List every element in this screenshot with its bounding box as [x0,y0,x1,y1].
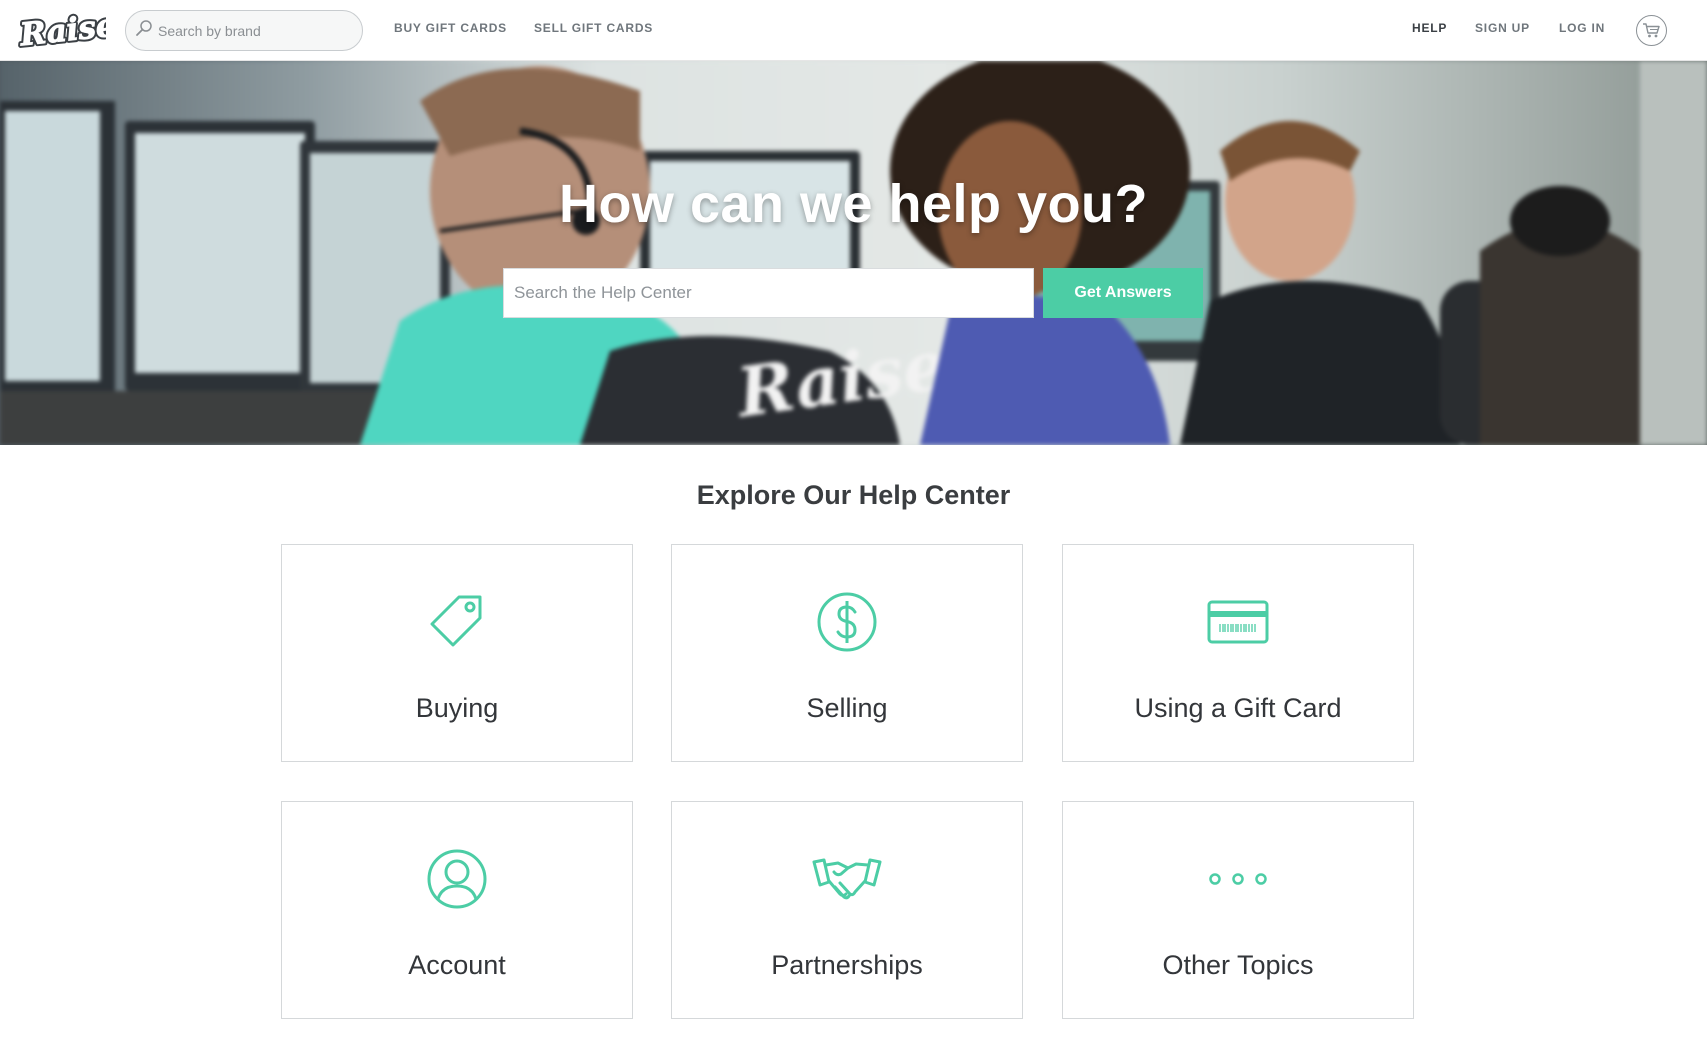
topic-card-partnerships[interactable]: Partnerships [671,801,1023,1019]
hero-title: How can we help you? [558,174,1149,234]
nav-help[interactable]: HELP [1412,21,1447,35]
handshake-icon [812,858,882,900]
get-answers-button[interactable]: Get Answers [1043,268,1203,318]
topic-card-label: Partnerships [771,950,923,980]
topic-card-label: Other Topics [1162,950,1314,980]
dollar-circle-icon [817,592,877,652]
nav-buy-gift-cards[interactable]: BUY GIFT CARDS [394,21,507,35]
nav-log-in[interactable]: LOG IN [1559,21,1605,35]
search-icon [134,19,154,39]
user-circle-icon [427,849,487,909]
shopping-cart-icon [1643,23,1660,38]
help-center-search-box[interactable] [503,268,1034,318]
brand-search-box[interactable] [125,10,363,51]
hero-banner: Raise How can we help you? Get Answers [0,61,1707,445]
topic-card-label: Buying [415,693,499,723]
price-tag-icon [430,595,482,647]
help-center-search-input[interactable] [504,269,1033,317]
more-dots-icon [1209,873,1267,885]
hero-background-photo: Raise [0,61,1707,445]
raise-logo-mark: Raise Raise [15,5,120,56]
nav-sign-up[interactable]: SIGN UP [1475,21,1530,35]
topic-card-selling[interactable]: Selling [671,544,1023,762]
raise-logo[interactable]: Raise Raise [15,5,120,56]
topic-card-using-a-gift-card[interactable]: Using a Gift Card [1062,544,1414,762]
gift-card-barcode-icon [1207,600,1269,644]
topic-card-label: Selling [806,693,888,723]
topic-card-other-topics[interactable]: Other Topics [1062,801,1414,1019]
top-navigation-bar: Raise Raise BUY GIFT CARDS SELL GIFT CAR… [0,0,1707,61]
topic-card-account[interactable]: Account [281,801,633,1019]
topic-card-label: Account [408,950,506,980]
topic-card-buying[interactable]: Buying [281,544,633,762]
svg-text:Raise: Raise [18,8,106,52]
explore-section-title: Explore Our Help Center [696,480,1011,510]
topic-card-label: Using a Gift Card [1134,693,1342,723]
brand-search-input[interactable] [158,11,354,50]
shopping-cart-button[interactable] [1636,15,1667,46]
nav-sell-gift-cards[interactable]: SELL GIFT CARDS [534,21,653,35]
